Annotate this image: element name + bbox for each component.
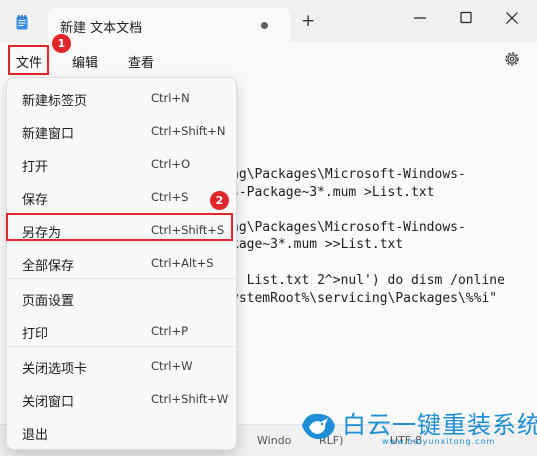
save-as-highlight [6,213,233,241]
editor-line: kage~3*.mum >>List.txt [231,237,404,252]
step-badge-2: 2 [210,191,229,210]
menu-item-close-window[interactable]: 关闭窗口 Ctrl+Shift+W [8,384,235,414]
minimize-icon[interactable] [412,11,428,25]
menu-item-shortcut: Ctrl+O [151,157,191,171]
step-badge-1: 1 [52,34,71,53]
menu-item-label: 页面设置 [22,294,75,309]
tab-title: 新建 文本文档 [60,21,143,36]
menu-item-label: 打开 [22,160,49,175]
notepad-app-icon [16,15,28,30]
maximize-icon[interactable] [458,11,474,25]
menu-item-print[interactable]: 打印 Ctrl+P [8,316,235,346]
watermark-title: 白云一键重装系统 [342,411,537,439]
menu-item-close-tab[interactable]: 关闭选项卡 Ctrl+W [8,351,235,381]
menu-item-label: 全部保存 [22,259,75,274]
settings-gear-icon[interactable] [503,50,521,68]
menu-item-page-setup[interactable]: 页面设置 [8,283,235,313]
menu-bar: 文件 编辑 查看 [0,42,537,77]
title-bar: 新建 文本文档 + [0,0,537,42]
close-icon[interactable] [504,11,520,25]
unsaved-dot-icon[interactable] [261,22,268,29]
status-line-ending[interactable]: Windo [257,434,291,447]
editor-line: ng\Packages\Microsoft-Windows- [231,220,466,235]
menu-item-shortcut: Ctrl+Shift+W [151,392,229,406]
menu-item-shortcut: Ctrl+W [151,359,193,373]
watermark: 白云一键重装系统 www.baiyunxitong.com [298,404,537,454]
menu-item-label: 新建窗口 [22,127,75,142]
new-tab-button[interactable]: + [301,13,315,30]
menu-item-label: 关闭选项卡 [22,362,88,377]
bird-logo-icon [302,413,335,440]
menu-item-label: 退出 [22,428,49,443]
file-menu-highlight [8,45,49,75]
menu-item-exit[interactable]: 退出 [8,417,235,447]
menu-edit[interactable]: 编辑 [72,52,98,71]
watermark-url: www.baiyunxitong.com [382,437,496,446]
editor-line: ystemRoot%\servicing\Packages\%%i" [231,291,498,306]
file-menu-dropdown: 新建标签页 Ctrl+N 新建窗口 Ctrl+Shift+N 打开 Ctrl+O… [6,77,237,450]
menu-item-open[interactable]: 打开 Ctrl+O [8,149,235,179]
menu-view[interactable]: 查看 [128,52,154,71]
menu-item-shortcut: Ctrl+N [151,91,190,105]
menu-item-label: 保存 [22,193,49,208]
menu-item-new-window[interactable]: 新建窗口 Ctrl+Shift+N [8,116,235,146]
menu-separator [8,278,235,279]
menu-item-shortcut: Ctrl+Shift+N [151,124,226,138]
menu-item-shortcut: Ctrl+P [151,324,189,338]
editor-line: ng\Packages\Microsoft-Windows- [231,167,466,182]
menu-item-save[interactable]: 保存 Ctrl+S [8,182,235,212]
editor-line: . List.txt 2^>nul') do dism /online [231,273,505,288]
menu-item-label: 关闭窗口 [22,395,75,410]
menu-item-shortcut: Ctrl+Alt+S [151,256,214,270]
menu-item-label: 打印 [22,327,49,342]
tab-document[interactable]: 新建 文本文档 [48,8,290,42]
menu-separator [8,346,235,347]
menu-item-new-tab[interactable]: 新建标签页 Ctrl+N [8,83,235,113]
editor-line: s-Package~3*.mum >List.txt [231,185,435,200]
menu-item-label: 新建标签页 [22,94,88,109]
menu-item-save-all[interactable]: 全部保存 Ctrl+Alt+S [8,248,235,278]
menu-item-shortcut: Ctrl+S [151,190,189,204]
